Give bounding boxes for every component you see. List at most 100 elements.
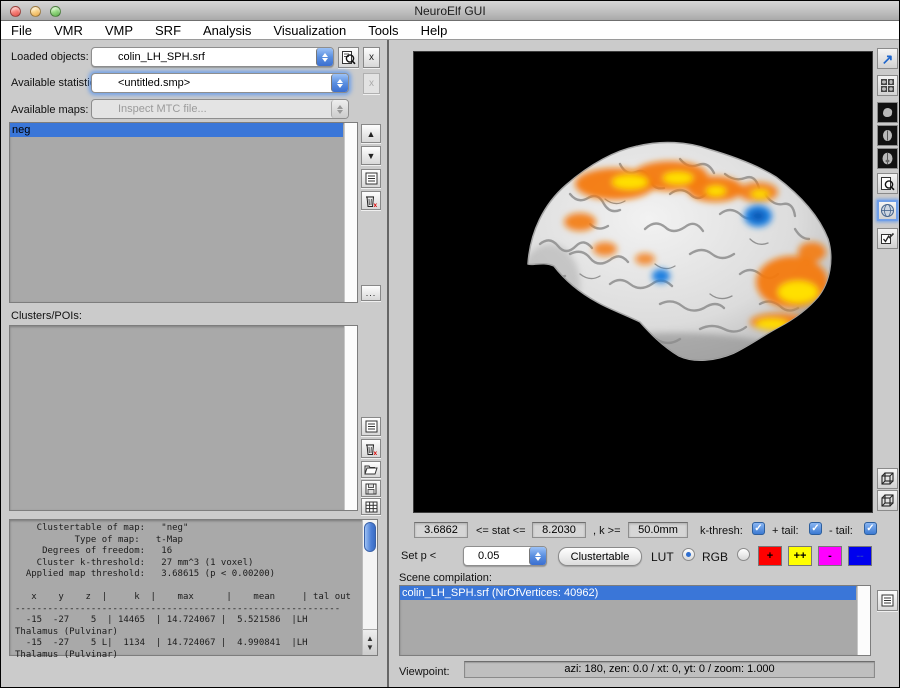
scroll-down-icon[interactable]: ▼ <box>366 643 374 652</box>
lut-label: LUT <box>651 550 674 564</box>
lut-radio[interactable] <box>682 548 695 561</box>
inspect-object-button[interactable] <box>338 47 359 68</box>
available-maps-dropdown: Inspect MTC file... <box>91 99 349 119</box>
maps-scrollbar[interactable] <box>344 123 357 302</box>
list-properties-icon <box>365 172 378 185</box>
menu-tools[interactable]: Tools <box>368 23 398 38</box>
map-properties-button[interactable] <box>361 169 381 188</box>
output-scrollbar[interactable]: ▲ ▼ <box>362 520 377 655</box>
menu-vmr[interactable]: VMR <box>54 23 83 38</box>
menu-bar: File VMR VMP SRF Analysis Visualization … <box>1 21 899 40</box>
render-options-button[interactable] <box>877 228 898 249</box>
map-list-item[interactable]: neg <box>10 123 343 137</box>
list-properties-icon <box>881 594 894 607</box>
menu-srf[interactable]: SRF <box>155 23 181 38</box>
surface-render-canvas[interactable] <box>413 51 873 513</box>
cluster-delete-button[interactable]: x <box>361 439 381 458</box>
coronal-view-button[interactable] <box>877 125 898 146</box>
pos-tail-label: + tail: <box>772 525 799 537</box>
pos-tail-checkbox[interactable]: ✓ <box>809 522 822 535</box>
sagittal-view-button[interactable] <box>877 102 898 123</box>
k-thresh-label: k-thresh: <box>700 525 743 537</box>
menu-visualization[interactable]: Visualization <box>273 23 346 38</box>
map-move-up-button[interactable]: ▲ <box>361 124 381 143</box>
p-value-dropdown[interactable]: 0.05 <box>463 546 547 566</box>
magnifier-document-icon <box>341 50 356 65</box>
available-maps-label: Available maps: <box>11 104 88 116</box>
down-arrow-icon: ▼ <box>367 151 376 161</box>
scene-list[interactable]: colin_LH_SPH.srf (NrOfVertices: 40962) <box>399 585 871 656</box>
menu-analysis[interactable]: Analysis <box>203 23 251 38</box>
cluster-table-button[interactable] <box>361 498 381 515</box>
scrollbar-thumb[interactable] <box>364 522 376 552</box>
close-statistics-button: x <box>363 73 380 94</box>
cluster-properties-button[interactable] <box>361 417 381 436</box>
trash-delete-icon: x <box>364 442 378 456</box>
viewpoint-field[interactable]: azi: 180, zen: 0.0 / xt: 0, yt: 0 / zoom… <box>464 661 875 678</box>
clusters-scrollbar[interactable] <box>344 326 357 510</box>
neg-tail-checkbox[interactable]: ✓ <box>864 522 877 535</box>
open-folder-icon <box>364 464 378 475</box>
cube-view-button-1[interactable] <box>877 468 898 489</box>
undock-view-button[interactable]: ↗ <box>877 48 898 69</box>
cluster-open-button[interactable] <box>361 461 381 478</box>
grid-table-icon <box>365 501 378 513</box>
rgb-label: RGB <box>702 550 728 564</box>
k-thresh-checkbox[interactable]: ✓ <box>752 522 765 535</box>
rgb-radio[interactable] <box>737 548 750 561</box>
loaded-objects-label: Loaded objects: <box>11 51 89 63</box>
rgb-neg1-swatch[interactable]: - <box>818 546 842 566</box>
available-maps-placeholder: Inspect MTC file... <box>118 103 331 115</box>
rgb-pos1-swatch[interactable]: + <box>758 546 782 566</box>
magnifier-document-icon <box>880 176 895 191</box>
axial-slice-icon <box>880 151 895 166</box>
scroll-up-icon[interactable]: ▲ <box>366 634 374 643</box>
save-floppy-icon <box>365 483 377 495</box>
scene-list-item[interactable]: colin_LH_SPH.srf (NrOfVertices: 40962) <box>400 586 856 600</box>
stat-min-field[interactable]: 3.6862 <box>414 522 468 538</box>
globe-surface-icon <box>880 203 895 218</box>
scrollbar-arrows[interactable]: ▲ ▼ <box>363 629 377 655</box>
surface-view-button[interactable] <box>877 200 898 221</box>
maps-list[interactable]: neg <box>9 122 358 303</box>
neg-tail-label: - tail: <box>829 525 853 537</box>
up-arrow-icon: ▲ <box>367 129 376 139</box>
k-value-field[interactable]: 50.0mm <box>628 522 688 538</box>
loaded-objects-value: colin_LH_SPH.srf <box>118 51 316 63</box>
available-statistics-dropdown[interactable]: <untitled.smp> <box>91 73 349 93</box>
multiview-button[interactable] <box>877 75 898 96</box>
rgb-neg2-swatch[interactable]: -- <box>848 546 872 566</box>
title-bar[interactable]: NeuroElf GUI <box>1 1 899 21</box>
neuroelf-window: NeuroElf GUI File VMR VMP SRF Analysis V… <box>0 0 900 688</box>
sagittal-slice-icon <box>880 105 895 120</box>
axial-view-button[interactable] <box>877 148 898 169</box>
svg-text:x: x <box>374 450 378 456</box>
cube-icon <box>880 493 895 508</box>
loaded-objects-dropdown[interactable]: colin_LH_SPH.srf <box>91 47 334 67</box>
menu-file[interactable]: File <box>11 23 32 38</box>
map-delete-button[interactable]: x <box>361 191 381 210</box>
p-value: 0.05 <box>478 550 529 562</box>
close-object-button[interactable]: x <box>363 47 380 68</box>
stat-max-field[interactable]: 8.2030 <box>532 522 586 538</box>
menu-vmp[interactable]: VMP <box>105 23 133 38</box>
clusters-list[interactable] <box>9 325 358 511</box>
scene-scrollbar[interactable] <box>857 586 870 655</box>
menu-help[interactable]: Help <box>421 23 448 38</box>
rgb-pos2-swatch[interactable]: ++ <box>788 546 812 566</box>
coronal-slice-icon <box>880 128 895 143</box>
stepper-icon[interactable] <box>331 74 348 92</box>
cluster-save-button[interactable] <box>361 480 381 497</box>
stepper-icon[interactable] <box>529 547 546 565</box>
map-more-button[interactable]: ... <box>361 285 381 301</box>
scene-properties-button[interactable] <box>877 590 898 611</box>
set-p-label: Set p < <box>401 550 436 562</box>
stepper-icon[interactable] <box>316 48 333 66</box>
clustertable-output[interactable]: Clustertable of map: "neg" Type of map: … <box>9 519 378 656</box>
inspect-surface-button[interactable] <box>877 173 898 194</box>
clustertable-text: Clustertable of map: "neg" Type of map: … <box>10 520 377 661</box>
cube-view-button-2[interactable] <box>877 490 898 511</box>
panel-divider <box>387 40 389 688</box>
map-move-down-button[interactable]: ▼ <box>361 146 381 165</box>
clustertable-button[interactable]: Clustertable <box>558 547 642 566</box>
